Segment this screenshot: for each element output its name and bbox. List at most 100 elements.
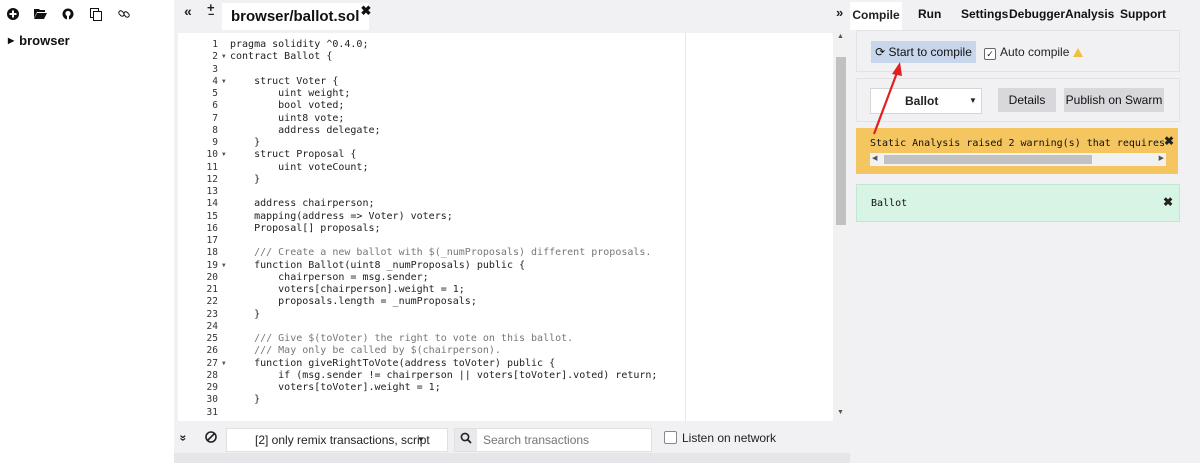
line-number: 3 [212,63,218,75]
line-number: 28 [206,369,218,381]
auto-compile-checkbox[interactable]: ✓ [984,48,996,60]
line-number: 9 [212,137,218,148]
clear-console-button[interactable] [205,431,217,446]
scroll-right-icon[interactable]: ▶ [1159,154,1164,162]
fold-toggle-icon[interactable]: ▼ [222,149,226,161]
warning-scrollbar-thumb[interactable] [884,155,1092,164]
fold-toggle-icon[interactable]: ▼ [222,76,226,88]
compiled-contract-name: Ballot [871,198,908,209]
file-explorer-panel [0,0,174,463]
warning-message: Static Analysis raised 2 warning(s) that… [870,138,1166,149]
code-line: chairperson = msg.sender; [230,271,429,283]
editor-scrollbar-thumb[interactable] [836,57,846,225]
line-number: 12 [206,173,218,185]
fold-toggle-icon[interactable]: ▼ [222,358,226,370]
search-icon[interactable] [455,429,477,451]
code-line: if (msg.sender != chairperson || voters[… [230,369,658,381]
line-number: 4 [212,75,218,87]
listen-label: Listen on network [682,431,777,445]
copy-icon[interactable] [89,8,103,22]
line-number: 19 [206,259,218,271]
plus-icon[interactable] [6,8,20,22]
line-number: 26 [206,345,218,357]
line-number-gutter: 1 2 3 4 5 6 7 8 9 10 11 12 13 14 15 16 17 18 19 20 21 22 23 24 2… [178,39,218,419]
line-number: 18 [206,247,218,259]
search-transactions-input[interactable] [483,429,643,451]
publish-swarm-button[interactable]: Publish on Swarm [1064,88,1164,112]
file-tree-browser[interactable]: ▶ browser [8,33,70,48]
line-number: 25 [206,333,218,344]
ban-icon [205,431,217,443]
code-line: mapping(address => Voter) voters; [230,210,453,222]
fold-toggle-icon[interactable]: ▼ [222,260,226,272]
transaction-filter-select[interactable]: [2] only remix transactions, script ▼ [226,428,448,452]
line-number: 29 [206,382,218,393]
scroll-left-icon[interactable]: ◀ [872,154,877,162]
line-number: 6 [212,100,218,112]
scroll-up-icon[interactable]: ▲ [837,33,844,40]
code-line: voters[toVoter].weight = 1; [230,382,441,393]
link-icon[interactable] [117,8,131,22]
line-number: 7 [212,112,218,124]
github-icon[interactable] [61,8,75,22]
tab-analysis[interactable]: Analysis [1065,7,1114,21]
code-line: /// May only be called by $(chairperson)… [230,345,501,357]
tab-debugger[interactable]: Debugger [1009,7,1065,21]
code-line: uint weight; [230,88,351,99]
warning-icon [1073,48,1084,57]
tab-compile[interactable]: Compile [850,2,902,30]
start-compile-label: Start to compile [888,45,972,59]
code-editor[interactable]: 1 2 3 4 5 6 7 8 9 10 11 12 13 14 15 16 17 18 19 20 21 22 23 24 2… [178,33,833,421]
code-line: voters[chairperson].weight = 1; [230,284,465,295]
code-line: pragma solidity ^0.4.0; [230,39,369,50]
auto-compile-toggle[interactable]: ✓ Auto compile [984,45,1084,60]
line-number: 24 [206,320,218,332]
warning-scrollbar[interactable]: ◀ ▶ [870,153,1166,166]
filter-value: [2] only remix transactions, script [255,433,430,447]
tab-label: browser/ballot.sol [231,8,360,25]
line-number: 14 [206,198,218,210]
code-line: } [230,394,261,406]
compile-success-message[interactable]: Ballot ✖ [856,184,1180,222]
scroll-down-icon[interactable]: ▼ [837,409,844,416]
collapse-left-button[interactable]: « [184,3,192,19]
toggle-terminal-button[interactable]: » [176,431,190,445]
listen-checkbox[interactable] [664,431,677,444]
close-icon[interactable]: ✖ [1163,195,1173,209]
code-line: function Ballot(uint8 _numProposals) pub… [230,259,526,271]
listen-on-network[interactable]: Listen on network [664,431,776,445]
code-lines: pragma solidity ^0.4.0; contract Ballot {… [230,39,830,419]
line-number: 11 [206,161,218,173]
search-transactions-box [454,428,652,452]
code-line: struct Voter { [230,75,339,87]
code-line: /// Give $(toVoter) the right to vote on… [230,333,574,344]
close-tab-icon[interactable]: ✖ [360,0,371,25]
tab-settings[interactable]: Settings [961,7,1008,21]
code-line: address delegate; [230,124,381,136]
line-number: 30 [206,394,218,406]
tab-support[interactable]: Support [1120,7,1166,21]
line-number: 8 [212,124,218,136]
contract-select-value: Ballot [905,94,939,108]
code-line: uint8 vote; [230,112,345,124]
fold-toggle-icon[interactable]: ▼ [222,51,226,63]
caret-down-icon: ▼ [417,435,425,444]
tab-ballot-sol[interactable]: browser/ballot.sol ✖ [222,0,371,30]
expand-right-button[interactable]: » [836,5,843,20]
file-toolbar [0,0,174,30]
line-number: 2 [212,51,218,63]
decrease-font-button[interactable]: − [208,9,214,21]
tab-run[interactable]: Run [918,7,941,21]
code-line: } [230,308,261,320]
terminal-resize-strip[interactable] [174,453,850,463]
details-button[interactable]: Details [998,88,1056,112]
line-number: 17 [206,235,218,246]
folder-open-icon[interactable] [33,8,47,22]
close-icon[interactable]: ✖ [1164,134,1174,148]
line-number: 15 [206,210,218,222]
code-line: } [230,173,261,185]
line-number: 27 [206,357,218,369]
